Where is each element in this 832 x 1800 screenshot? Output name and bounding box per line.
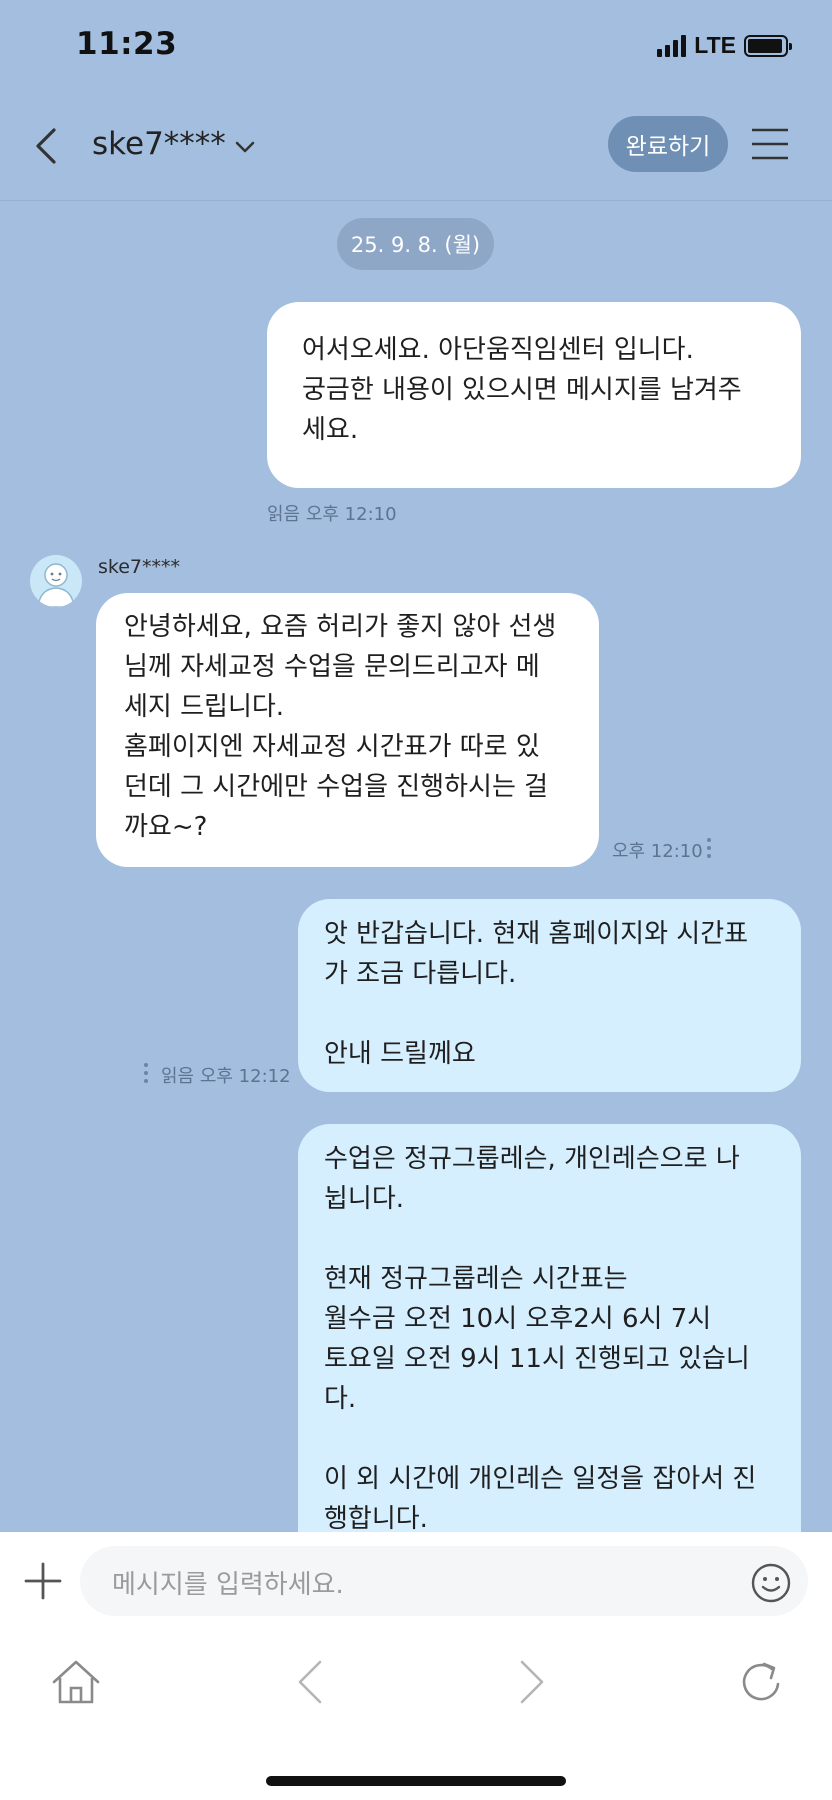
avatar-face-icon bbox=[37, 563, 75, 607]
home-indicator[interactable] bbox=[266, 1776, 566, 1786]
more-options-icon[interactable] bbox=[706, 838, 712, 862]
message-time: 오후 12:10 bbox=[612, 841, 703, 862]
message-input-placeholder: 메시지를 입력하세요. bbox=[112, 1570, 344, 1600]
message-read-time: 읽음 오후 12:12 bbox=[161, 1066, 291, 1087]
chevron-down-icon bbox=[235, 141, 255, 153]
home-icon[interactable] bbox=[50, 1656, 102, 1708]
chat-header: ske7**** 완료하기 bbox=[0, 92, 832, 201]
battery-icon bbox=[744, 34, 792, 57]
message-bubble[interactable]: 안녕하세요, 요즘 허리가 좋지 않아 선생 님께 자세교정 수업을 문의드리고… bbox=[96, 593, 599, 867]
signal-icon bbox=[657, 34, 687, 57]
browser-forward-icon[interactable] bbox=[514, 1658, 550, 1706]
network-label: LTE bbox=[694, 32, 736, 58]
emoji-icon[interactable] bbox=[750, 1562, 792, 1604]
chat-title[interactable]: ske7**** bbox=[92, 126, 256, 162]
sender-name: ske7**** bbox=[98, 556, 181, 578]
back-arrow-icon[interactable] bbox=[28, 124, 68, 168]
menu-icon[interactable] bbox=[750, 126, 790, 162]
more-options-icon[interactable] bbox=[143, 1063, 149, 1087]
bottom-panel: 메시지를 입력하세요. bbox=[0, 1532, 832, 1800]
message-bubble[interactable]: 어서오세요. 아단움직임센터 입니다. 궁금한 내용이 있으시면 메시지를 남겨… bbox=[267, 302, 801, 488]
browser-nav-bar bbox=[0, 1642, 832, 1742]
status-bar: 11:23 LTE bbox=[0, 0, 832, 92]
date-chip: 25. 9. 8. (월) bbox=[337, 218, 494, 270]
message-bubble[interactable]: 수업은 정규그룹레슨, 개인레슨으로 나 뉩니다. 현재 정규그룹레슨 시간표는… bbox=[298, 1124, 801, 1584]
message-read-time: 읽음 오후 12:10 bbox=[267, 504, 397, 525]
avatar[interactable] bbox=[30, 555, 82, 607]
browser-back-icon[interactable] bbox=[292, 1658, 328, 1706]
done-button[interactable]: 완료하기 bbox=[608, 116, 728, 172]
plus-icon[interactable] bbox=[24, 1562, 62, 1600]
status-time: 11:23 bbox=[76, 26, 178, 62]
message-bubble[interactable]: 앗 반갑습니다. 현재 홈페이지와 시간표 가 조금 다릅니다. 안내 드릴께요 bbox=[298, 899, 801, 1092]
status-indicators: LTE bbox=[657, 32, 792, 59]
reload-icon[interactable] bbox=[736, 1656, 786, 1708]
chat-title-text: ske7**** bbox=[92, 126, 226, 162]
